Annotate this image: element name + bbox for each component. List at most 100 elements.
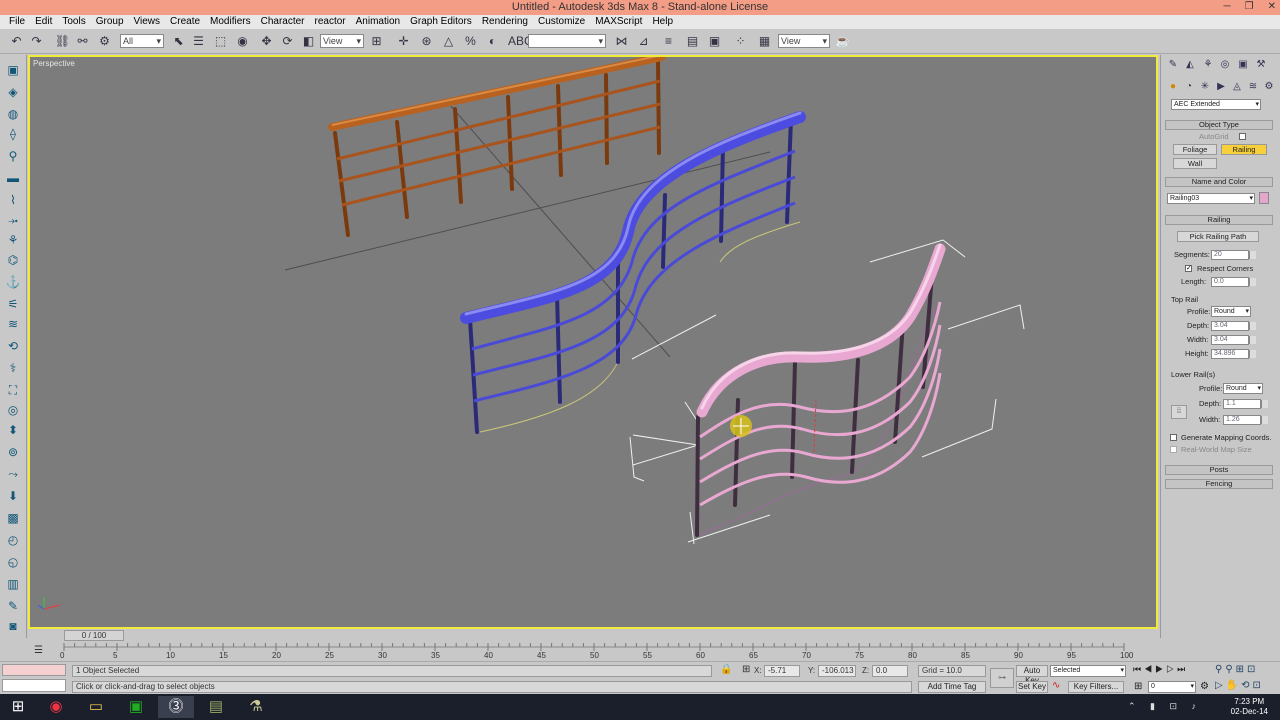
rigid-body-icon[interactable]: ▣: [4, 61, 22, 79]
quick-render-icon[interactable]: ☕: [834, 33, 851, 50]
excel-icon[interactable]: ▣: [118, 696, 154, 718]
pink-railing-selected[interactable]: [629, 239, 1025, 545]
lower-rail-width-spinner[interactable]: 1.26: [1223, 415, 1268, 425]
display-tab-icon[interactable]: ▣: [1236, 58, 1250, 72]
convex-hull-icon[interactable]: ▩: [4, 509, 22, 527]
bind-space-warp-icon[interactable]: ⚙: [96, 33, 113, 50]
rect-selection-icon[interactable]: ⬚: [212, 33, 229, 50]
systems-icon[interactable]: ⚙: [1262, 80, 1276, 94]
fencing-rollout[interactable]: Fencing: [1165, 479, 1273, 489]
window-crossing-icon[interactable]: ◉: [234, 33, 251, 50]
material-editor-icon[interactable]: ⁘: [732, 33, 749, 50]
lower-rail-profile-dropdown[interactable]: Round: [1223, 383, 1263, 394]
property-editor-icon[interactable]: ✎: [4, 597, 22, 615]
motor-icon[interactable]: ⚘: [4, 231, 22, 249]
menu-help[interactable]: Help: [647, 15, 678, 29]
key-curve-icon[interactable]: ∿: [1052, 680, 1060, 691]
rotate-icon[interactable]: ⟳: [279, 33, 296, 50]
lights-icon[interactable]: ✳: [1198, 80, 1212, 94]
named-selection-dropdown[interactable]: [528, 34, 606, 48]
z-coord-field[interactable]: 0.0: [872, 665, 908, 677]
perspective-viewport[interactable]: Perspective: [28, 55, 1158, 629]
tray-icons[interactable]: ⌃ ▮ ⊡ ♪: [1128, 701, 1202, 712]
car-wheel-icon[interactable]: ⊚: [4, 443, 22, 461]
menu-graph-editors[interactable]: Graph Editors: [405, 15, 477, 29]
app-icon[interactable]: ⚗: [238, 696, 274, 718]
segments-spinner[interactable]: 20: [1211, 250, 1256, 260]
rag-doll-icon[interactable]: ⚕: [4, 359, 22, 377]
wooden-railing[interactable]: [328, 57, 666, 237]
y-coord-field[interactable]: -106.013: [818, 665, 856, 677]
menu-edit[interactable]: Edit: [30, 15, 57, 29]
pick-railing-path-button[interactable]: Pick Railing Path: [1177, 231, 1259, 242]
top-rail-depth-spinner[interactable]: 3.04: [1211, 321, 1256, 331]
key-mode-dropdown[interactable]: Selected: [1050, 665, 1126, 677]
render-type-dropdown[interactable]: View: [778, 34, 830, 48]
select-link-icon[interactable]: ⛓: [54, 33, 71, 50]
menu-file[interactable]: File: [4, 15, 30, 29]
curve-editor-icon[interactable]: ▤: [684, 33, 701, 50]
viewport-nav-top[interactable]: ⚲⚲⊞⊡: [1215, 664, 1258, 675]
menu-maxscript[interactable]: MAXScript: [590, 15, 647, 29]
constraint-solver-icon[interactable]: ⟲: [4, 337, 22, 355]
chrome-icon[interactable]: ◉: [38, 696, 74, 718]
select-by-name-icon[interactable]: ☰: [190, 33, 207, 50]
autogrid-checkbox[interactable]: [1239, 133, 1246, 140]
respect-corners-checkbox[interactable]: ✓: [1185, 265, 1192, 272]
generate-mapping-checkbox[interactable]: [1170, 434, 1177, 441]
menu-reactor[interactable]: reactor: [310, 15, 351, 29]
snaps-toggle-icon[interactable]: ⊛: [418, 33, 435, 50]
cloth-icon[interactable]: ◈: [4, 83, 22, 101]
scene-canvas[interactable]: [30, 57, 1156, 627]
water-icon[interactable]: ≋: [4, 315, 22, 333]
top-rail-profile-dropdown[interactable]: Round: [1211, 306, 1251, 317]
create-animation-icon[interactable]: ▥: [4, 575, 22, 593]
time-config-icon[interactable]: ⚙: [1200, 681, 1209, 692]
percent-snap-icon[interactable]: %: [462, 33, 479, 50]
render-scene-icon[interactable]: ▦: [756, 33, 773, 50]
soft-body-icon[interactable]: ◍: [4, 105, 22, 123]
helpers-icon[interactable]: ◬: [1230, 80, 1244, 94]
undo-icon[interactable]: ↶: [8, 33, 25, 50]
close-icon[interactable]: ✕: [1268, 0, 1276, 15]
notes-icon[interactable]: ▤: [198, 696, 234, 718]
hinge-icon[interactable]: ⛶: [4, 381, 22, 399]
track-menu-icon[interactable]: ☰: [34, 645, 48, 657]
key-mode-toggle-icon[interactable]: ⊞: [1134, 681, 1142, 692]
lock-selection-icon[interactable]: 🔒: [720, 664, 732, 675]
top-rail-height-spinner[interactable]: 34.896: [1211, 349, 1256, 359]
length-spinner[interactable]: 0.0: [1211, 277, 1256, 287]
category-dropdown[interactable]: AEC Extended: [1171, 99, 1261, 110]
modify-tab-icon[interactable]: ◭: [1183, 58, 1197, 72]
fracture-icon[interactable]: ⚟: [4, 295, 22, 313]
x-coord-field[interactable]: -5.71: [764, 665, 800, 677]
minimize-icon[interactable]: ─: [1224, 0, 1231, 15]
angle-snap-icon[interactable]: △: [440, 33, 457, 50]
foliage-button[interactable]: Foliage: [1173, 144, 1217, 155]
shapes-icon[interactable]: ◔: [1182, 80, 1196, 94]
menu-animation[interactable]: Animation: [351, 15, 405, 29]
menu-views[interactable]: Views: [129, 15, 166, 29]
add-time-tag-button[interactable]: Add Time Tag: [918, 681, 986, 693]
file-explorer-icon[interactable]: ▭: [78, 696, 114, 718]
hierarchy-tab-icon[interactable]: ⚘: [1201, 58, 1215, 72]
clock[interactable]: 7:23 PM 02-Dec-14: [1231, 697, 1268, 717]
menu-customize[interactable]: Customize: [533, 15, 590, 29]
time-slider-track[interactable]: [28, 629, 1158, 643]
pivot-center-icon[interactable]: ⊞: [368, 33, 385, 50]
maxscript-listener-mini[interactable]: [2, 664, 66, 676]
select-object-icon[interactable]: ⬉: [170, 33, 187, 50]
object-name-field[interactable]: Railing03: [1167, 193, 1255, 204]
railing-button[interactable]: Railing: [1221, 144, 1267, 155]
utilities-tab-icon[interactable]: ⚒: [1254, 58, 1268, 72]
set-keys-icon[interactable]: ⊶: [990, 668, 1014, 688]
create-tab-icon[interactable]: ✎: [1166, 58, 1180, 72]
real-world-map-checkbox[interactable]: [1170, 446, 1177, 453]
time-slider[interactable]: 0 / 100: [64, 630, 124, 641]
railing-rollout[interactable]: Railing: [1165, 215, 1273, 225]
schematic-view-icon[interactable]: ▣: [706, 33, 723, 50]
redo-icon[interactable]: ↷: [28, 33, 45, 50]
object-type-rollout[interactable]: Object Type: [1165, 120, 1273, 130]
space-warps-icon[interactable]: ≋: [1246, 80, 1260, 94]
spinner-snap-icon[interactable]: ◐: [484, 33, 501, 50]
